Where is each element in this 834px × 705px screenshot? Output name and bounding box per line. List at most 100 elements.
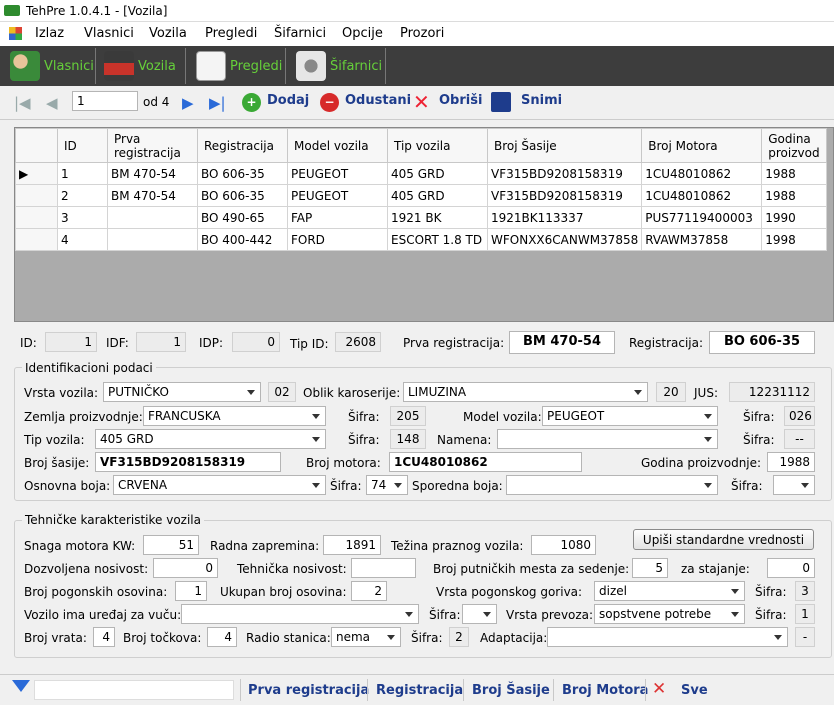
row-selector[interactable] [15,184,58,207]
filter-chassis-link[interactable]: Broj Šasije [472,683,550,698]
menu-vozila[interactable]: Vozila [149,26,187,41]
show-all-link[interactable]: Sve [681,683,708,698]
menu-pregledi[interactable]: Pregledi [205,26,257,41]
production-year-input[interactable]: 1988 [767,452,815,472]
radio-select[interactable]: nema [331,627,401,647]
total-axles-input[interactable]: 2 [351,581,387,601]
table-cell[interactable]: FORD [287,228,388,251]
technical-load-input[interactable] [351,558,416,578]
table-cell[interactable]: VF315BD9208158319 [486,162,643,185]
model-select[interactable]: PEUGEOT [542,406,718,426]
table-cell[interactable]: 1988 [761,184,827,207]
filter-registration-link[interactable]: Registracija [376,683,463,698]
filter-engine-link[interactable]: Broj Motora [562,683,648,698]
table-cell[interactable]: FAP [287,206,388,229]
table-cell[interactable]: 405 GRD [387,184,488,207]
table-cell[interactable] [107,206,198,229]
adaptation-select[interactable] [547,627,788,647]
purpose-select[interactable] [497,429,718,449]
engine-power-input[interactable]: 51 [143,535,199,555]
table-cell[interactable]: VF315BD9208158319 [486,184,643,207]
table-cell[interactable]: BM 470-54 [107,184,198,207]
clear-filter-icon[interactable]: ✕ [652,679,666,699]
secondary-color-select[interactable] [506,475,718,495]
next-record-icon[interactable]: ▶ [182,94,194,112]
table-row[interactable]: 4 BO 400-442 FORD ESCORT 1.8 TD WFONXX6C… [15,228,827,251]
menu-izlaz[interactable]: Izlaz [35,26,64,41]
column-header[interactable]: Broj Šasije [486,128,643,163]
allowed-load-input[interactable]: 0 [153,558,218,578]
empty-weight-input[interactable]: 1080 [531,535,596,555]
table-cell[interactable]: 1990 [761,206,827,229]
save-icon[interactable] [491,92,511,112]
table-cell[interactable]: 3 [57,206,108,229]
column-header[interactable]: Godina proizvod [761,128,827,163]
table-cell[interactable]: PEUGEOT [287,184,388,207]
standard-values-button[interactable]: Upiši standardne vrednosti [633,529,814,550]
table-row[interactable]: 3 BO 490-65 FAP 1921 BK 1921BK113337 PUS… [15,206,827,229]
row-selector[interactable] [15,206,58,229]
table-cell[interactable] [107,228,198,251]
filter-icon[interactable] [12,680,30,692]
body-shape-select[interactable]: LIMUZINA [403,382,648,402]
nav-vozila-button[interactable]: Vozila [98,48,186,84]
table-cell[interactable]: 1921 BK [387,206,488,229]
towing-select[interactable] [181,604,419,624]
table-cell[interactable]: 405 GRD [387,162,488,185]
nav-sifarnici-button[interactable]: Šifarnici [290,48,386,84]
table-cell[interactable]: 1998 [761,228,827,251]
table-cell[interactable]: BO 606-35 [197,184,288,207]
menu-vlasnici[interactable]: Vlasnici [84,26,134,41]
delete-icon[interactable]: ✕ [413,90,430,114]
table-cell[interactable]: BO 490-65 [197,206,288,229]
row-selector[interactable] [15,228,58,251]
drive-axles-input[interactable]: 1 [175,581,207,601]
table-cell[interactable]: RVAWM37858 [641,228,763,251]
menu-prozori[interactable]: Prozori [400,26,444,41]
table-cell[interactable]: 1 [57,162,108,185]
table-row[interactable]: 2 BM 470-54 BO 606-35 PEUGEOT 405 GRD VF… [15,184,827,207]
filter-first-registration-link[interactable]: Prva registracija [248,683,369,698]
fuel-type-select[interactable]: dizel [594,581,745,601]
record-number-input[interactable]: 1 [72,91,138,111]
primary-color-code-select[interactable]: 74 [366,475,408,495]
mdi-window-icon[interactable] [9,27,22,40]
add-button[interactable]: Dodaj [267,93,309,108]
seats-input[interactable]: 5 [632,558,668,578]
displacement-input[interactable]: 1891 [323,535,381,555]
table-cell[interactable]: BO 400-442 [197,228,288,251]
engine-number-input[interactable]: 1CU48010862 [389,452,582,472]
cancel-button[interactable]: Odustani [345,93,411,108]
column-header[interactable]: Broj Motora [641,128,763,163]
menu-sifarnici[interactable]: Šifarnici [274,26,326,41]
transport-type-select[interactable]: sopstvene potrebe [594,604,745,624]
save-button[interactable]: Snimi [521,93,562,108]
table-cell[interactable]: 1988 [761,162,827,185]
table-cell[interactable]: 1921BK113337 [486,206,643,229]
add-icon[interactable]: + [242,93,261,112]
vehicle-type-select[interactable]: 405 GRD [95,429,326,449]
table-cell[interactable]: 2 [57,184,108,207]
table-cell[interactable]: PEUGEOT [287,162,388,185]
table-cell[interactable]: BM 470-54 [107,162,198,185]
standing-input[interactable]: 0 [767,558,815,578]
vehicle-kind-select[interactable]: PUTNIČKO [103,382,261,402]
table-cell[interactable]: 4 [57,228,108,251]
table-cell[interactable]: WFONXX6CANWM37858 [486,228,643,251]
doors-input[interactable]: 4 [93,627,115,647]
current-row-indicator-icon[interactable]: ▶ [15,162,58,185]
wheels-input[interactable]: 4 [207,627,237,647]
table-cell[interactable]: PUS77119400003 [641,206,763,229]
menu-opcije[interactable]: Opcije [342,26,383,41]
table-row[interactable]: ▶ 1 BM 470-54 BO 606-35 PEUGEOT 405 GRD … [15,162,827,185]
column-header[interactable]: Model vozila [287,128,388,163]
table-cell[interactable]: 1CU48010862 [641,184,763,207]
filter-input[interactable] [34,680,234,700]
nav-pregledi-button[interactable]: Pregledi [190,48,286,84]
table-cell[interactable]: 1CU48010862 [641,162,763,185]
previous-record-icon[interactable]: ◀ [46,94,58,112]
column-header[interactable]: Tip vozila [387,128,488,163]
towing-code-select[interactable] [462,604,497,624]
table-cell[interactable]: ESCORT 1.8 TD [387,228,488,251]
first-record-icon[interactable]: |◀ [14,94,31,112]
